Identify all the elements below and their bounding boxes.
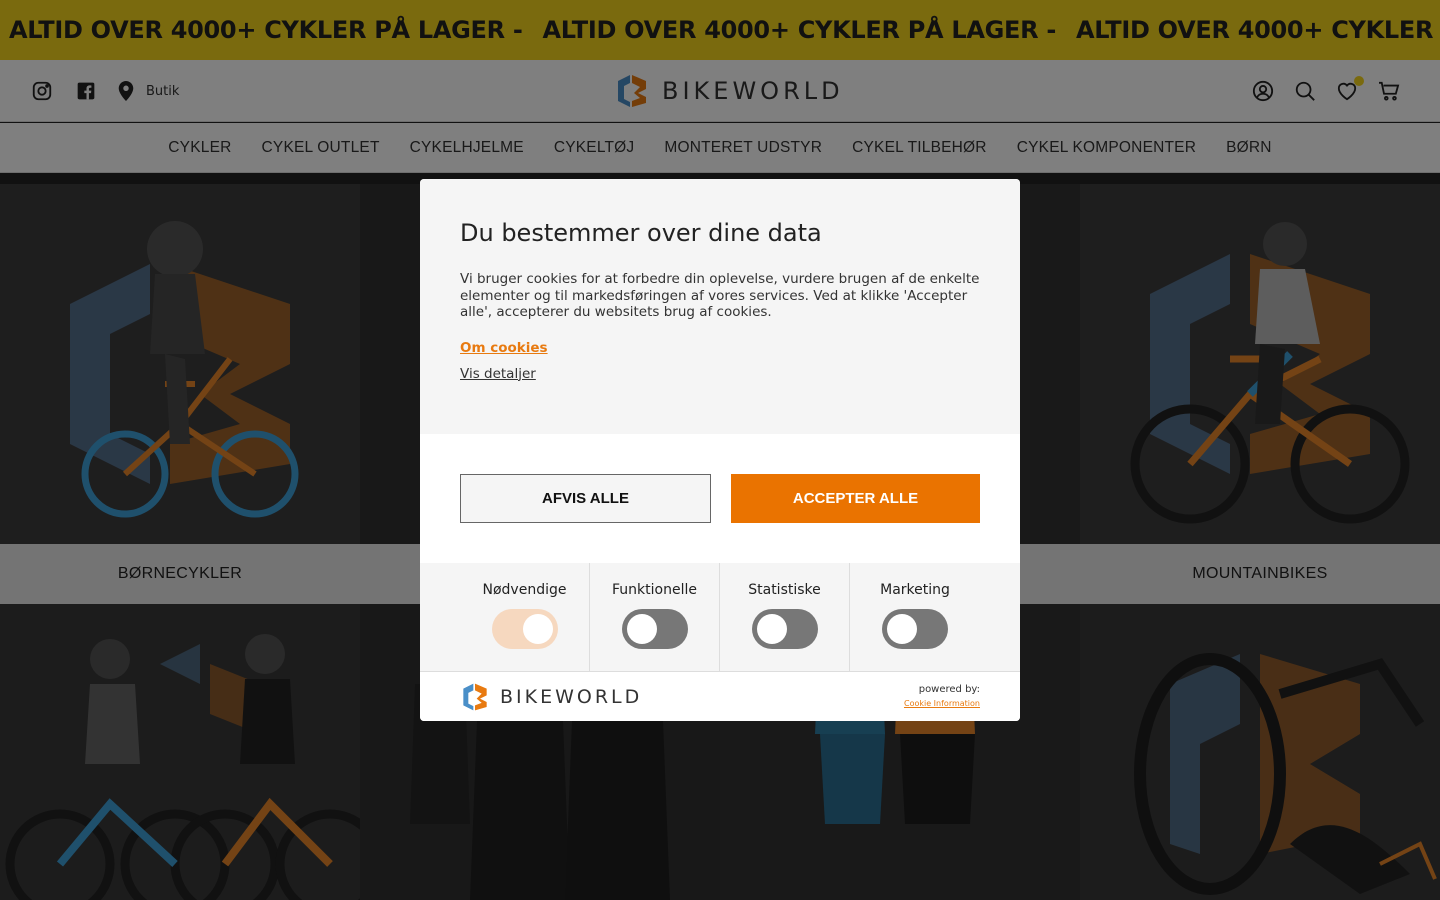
consent-category-marketing: Marketing <box>850 563 980 671</box>
toggle-knob <box>756 614 787 644</box>
cookie-information-link[interactable]: Cookie Information <box>904 699 980 708</box>
toggle-knob <box>887 614 917 644</box>
consent-category-necessary: Nødvendige <box>460 563 590 671</box>
marketing-toggle[interactable] <box>882 609 948 649</box>
footer-logo: BIKEWORLD <box>460 682 642 712</box>
statistics-toggle[interactable] <box>751 609 818 649</box>
necessary-toggle[interactable] <box>491 609 558 649</box>
consent-title: Du bestemmer over dine data <box>460 219 822 247</box>
consent-categories: Nødvendige Funktionelle Statistiske Mark… <box>420 563 1020 672</box>
powered-by: powered by: Cookie Information <box>904 684 980 709</box>
about-cookies-link[interactable]: Om cookies <box>460 340 548 356</box>
show-details-link[interactable]: Vis detaljer <box>460 366 980 382</box>
bikeworld-logo-mark-icon <box>463 683 487 710</box>
toggle-label: Nødvendige <box>482 582 567 598</box>
toggle-label: Marketing <box>880 582 950 598</box>
cookie-consent-dialog: Du bestemmer over dine data Vi bruger co… <box>420 179 1020 721</box>
toggle-label: Statistiske <box>748 582 821 598</box>
toggle-label: Funktionelle <box>612 582 697 598</box>
consent-category-statistics: Statistiske <box>720 563 850 671</box>
consent-body: Vi bruger cookies for at forbedre din op… <box>460 271 980 320</box>
consent-category-functional: Funktionelle <box>590 563 720 671</box>
toggle-knob <box>626 614 657 644</box>
consent-footer: BIKEWORLD powered by: Cookie Information <box>420 672 1020 721</box>
toggle-knob <box>522 614 553 644</box>
decline-all-button[interactable]: AFVIS ALLE <box>460 474 711 523</box>
functional-toggle[interactable] <box>621 609 688 649</box>
accept-all-button[interactable]: ACCEPTER ALLE <box>731 474 980 523</box>
footer-logo-text: BIKEWORLD <box>500 685 643 708</box>
powered-by-text: powered by: <box>918 684 980 695</box>
